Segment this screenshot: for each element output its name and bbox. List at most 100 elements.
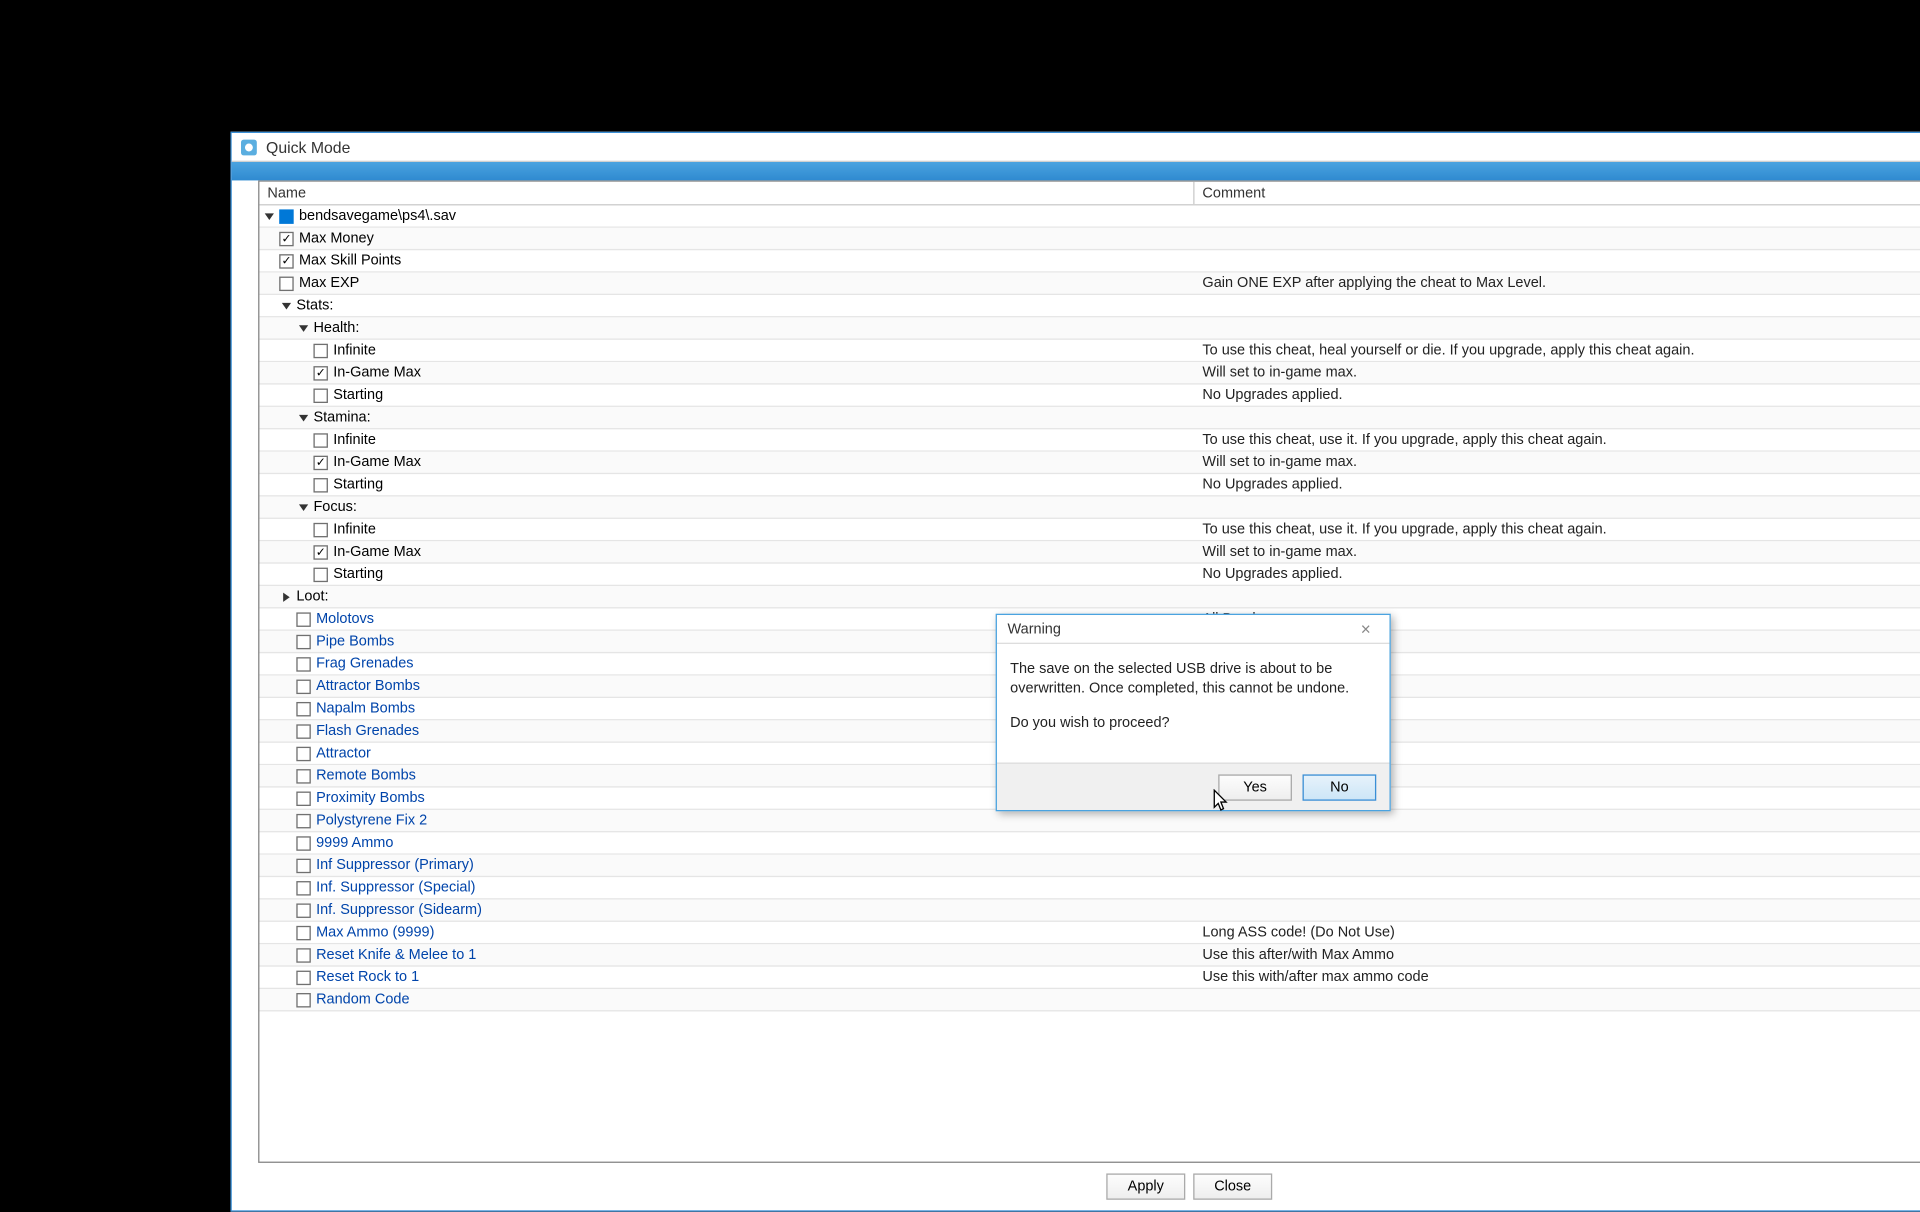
tree-comment: Use this with/after max ammo code — [1195, 969, 1920, 985]
tree-row[interactable]: Loot: — [259, 586, 1920, 608]
tree-comment: Will set to in-game max. — [1195, 365, 1920, 381]
tree-row[interactable]: StartingNo Upgrades applied. — [259, 474, 1920, 496]
tree-label: Max EXP — [299, 275, 359, 291]
cheat-tree[interactable]: bendsavegame\ps4\.savMax Money Max Skill … — [259, 205, 1920, 1011]
tree-label: Starting — [333, 387, 383, 403]
cheat-checkbox[interactable] — [313, 522, 327, 536]
cheat-checkbox[interactable] — [296, 813, 310, 827]
tree-label: Max Skill Points — [299, 253, 401, 269]
tree-row[interactable]: StartingNo Upgrades applied. — [259, 564, 1920, 586]
tree-row[interactable]: Focus: — [259, 497, 1920, 519]
tree-label: Inf. Suppressor (Special) — [316, 880, 475, 896]
tree-comment: To use this cheat, heal yourself or die.… — [1195, 342, 1920, 358]
cheat-checkbox[interactable] — [313, 343, 327, 357]
tree-label: Stamina: — [313, 410, 370, 426]
tree-label: Inf Suppressor (Primary) — [316, 857, 474, 873]
collapse-icon[interactable] — [296, 410, 310, 424]
dialog-titlebar: Warning × — [997, 615, 1389, 644]
column-comment[interactable]: Comment — [1195, 182, 1920, 204]
column-name[interactable]: Name — [259, 182, 1194, 204]
tree-row[interactable]: Reset Knife & Melee to 1 Use this after/w… — [259, 944, 1920, 966]
tree-row[interactable]: Stats: — [259, 295, 1920, 317]
expand-icon[interactable] — [279, 589, 293, 603]
cheat-checkbox[interactable] — [313, 433, 327, 447]
cheat-checkbox[interactable] — [296, 836, 310, 850]
tree-label: In-Game Max — [333, 454, 421, 470]
app-icon — [240, 138, 258, 156]
cheat-checkbox[interactable] — [296, 903, 310, 917]
tree-row[interactable]: Max Money — [259, 228, 1920, 250]
collapse-icon[interactable] — [296, 321, 310, 335]
tree-row[interactable]: StartingNo Upgrades applied. — [259, 385, 1920, 407]
tree-row[interactable]: Max Skill Points — [259, 250, 1920, 272]
cheat-checkbox[interactable] — [296, 768, 310, 782]
cheat-checkbox[interactable] — [296, 791, 310, 805]
cheat-checkbox[interactable] — [296, 634, 310, 648]
tree-comment: Will set to in-game max. — [1195, 544, 1920, 560]
tree-row[interactable]: Max Ammo (9999)Long ASS code! (Do Not Us… — [259, 922, 1920, 944]
tree-row[interactable]: In-Game MaxWill set to in-game max. — [259, 362, 1920, 384]
cheat-checkbox[interactable] — [296, 612, 310, 626]
tree-row[interactable]: 9999 Ammo — [259, 832, 1920, 854]
tree-row[interactable]: Random Code — [259, 989, 1920, 1011]
cheat-checkbox[interactable] — [296, 948, 310, 962]
yes-button[interactable]: Yes — [1218, 774, 1292, 800]
tree-label: Infinite — [333, 432, 376, 448]
tree-row[interactable]: bendsavegame\ps4\.sav — [259, 205, 1920, 227]
tree-row[interactable]: In-Game MaxWill set to in-game max. — [259, 452, 1920, 474]
tree-row[interactable]: Polystyrene Fix 2 — [259, 810, 1920, 832]
cheat-checkbox[interactable] — [296, 880, 310, 894]
dialog-title: Warning — [1008, 621, 1353, 637]
tree-row[interactable]: Reset Rock to 1Use this with/after max a… — [259, 967, 1920, 989]
tree-row[interactable]: Inf. Suppressor (Sidearm) — [259, 900, 1920, 922]
tree-row[interactable]: Inf Suppressor (Primary) — [259, 855, 1920, 877]
cheat-checkbox[interactable] — [296, 657, 310, 671]
dialog-close-icon[interactable]: × — [1353, 619, 1379, 639]
tree-label: Inf. Suppressor (Sidearm) — [316, 902, 482, 918]
dialog-message-2: Do you wish to proceed? — [1010, 714, 1376, 734]
cheat-checkbox[interactable] — [296, 679, 310, 693]
cheat-checkbox[interactable] — [313, 455, 327, 469]
tree-row[interactable]: Infinite To use this cheat, use it. If yo… — [259, 429, 1920, 451]
tree-row[interactable]: InfiniteTo use this cheat, use it. If yo… — [259, 519, 1920, 541]
tree-comment: To use this cheat, use it. If you upgrad… — [1195, 432, 1920, 448]
tree-comment: Use this after/with Max Ammo — [1195, 947, 1920, 963]
cheat-checkbox[interactable] — [296, 701, 310, 715]
cheat-checkbox[interactable] — [313, 477, 327, 491]
cheat-checkbox[interactable] — [296, 858, 310, 872]
tree-label: Polystyrene Fix 2 — [316, 813, 427, 829]
collapse-icon[interactable] — [296, 500, 310, 514]
cheat-checkbox[interactable] — [279, 254, 293, 268]
cheat-checkbox[interactable] — [296, 970, 310, 984]
tree-row[interactable]: Stamina: — [259, 407, 1920, 429]
warning-dialog: Warning × The save on the selected USB d… — [996, 614, 1391, 812]
cheat-checkbox[interactable] — [313, 365, 327, 379]
cheat-checkbox[interactable] — [279, 276, 293, 290]
tree-row[interactable]: InfiniteTo use this cheat, heal yourself… — [259, 340, 1920, 362]
cheat-checkbox[interactable] — [313, 545, 327, 559]
collapse-icon[interactable] — [279, 298, 293, 312]
tree-row[interactable]: In-Game MaxWill set to in-game max. — [259, 541, 1920, 563]
titlebar: Quick Mode — [232, 133, 1920, 162]
cheat-checkbox[interactable] — [313, 567, 327, 581]
tree-row[interactable]: Health: — [259, 317, 1920, 339]
no-button[interactable]: No — [1303, 774, 1377, 800]
tree-row[interactable]: Max EXPGain ONE EXP after applying the c… — [259, 273, 1920, 295]
tree-label: Molotovs — [316, 611, 374, 627]
apply-button[interactable]: Apply — [1106, 1173, 1185, 1199]
tree-label: Reset Knife & Melee to 1 — [316, 947, 476, 963]
cheat-checkbox[interactable] — [296, 724, 310, 738]
tree-label: Random Code — [316, 992, 409, 1008]
tree-label: Health: — [313, 320, 359, 336]
dialog-footer: Yes No — [997, 763, 1389, 810]
cheat-checkbox[interactable] — [296, 992, 310, 1006]
collapse-icon[interactable] — [262, 209, 276, 223]
cheat-checkbox[interactable] — [279, 231, 293, 245]
column-headers: Name Comment — [259, 182, 1920, 206]
tree-row[interactable]: Inf. Suppressor (Special) — [259, 877, 1920, 899]
cheat-checkbox[interactable] — [296, 925, 310, 939]
close-lower-button[interactable]: Close — [1193, 1173, 1272, 1199]
tree-label: Remote Bombs — [316, 768, 416, 784]
cheat-checkbox[interactable] — [313, 388, 327, 402]
cheat-checkbox[interactable] — [296, 746, 310, 760]
